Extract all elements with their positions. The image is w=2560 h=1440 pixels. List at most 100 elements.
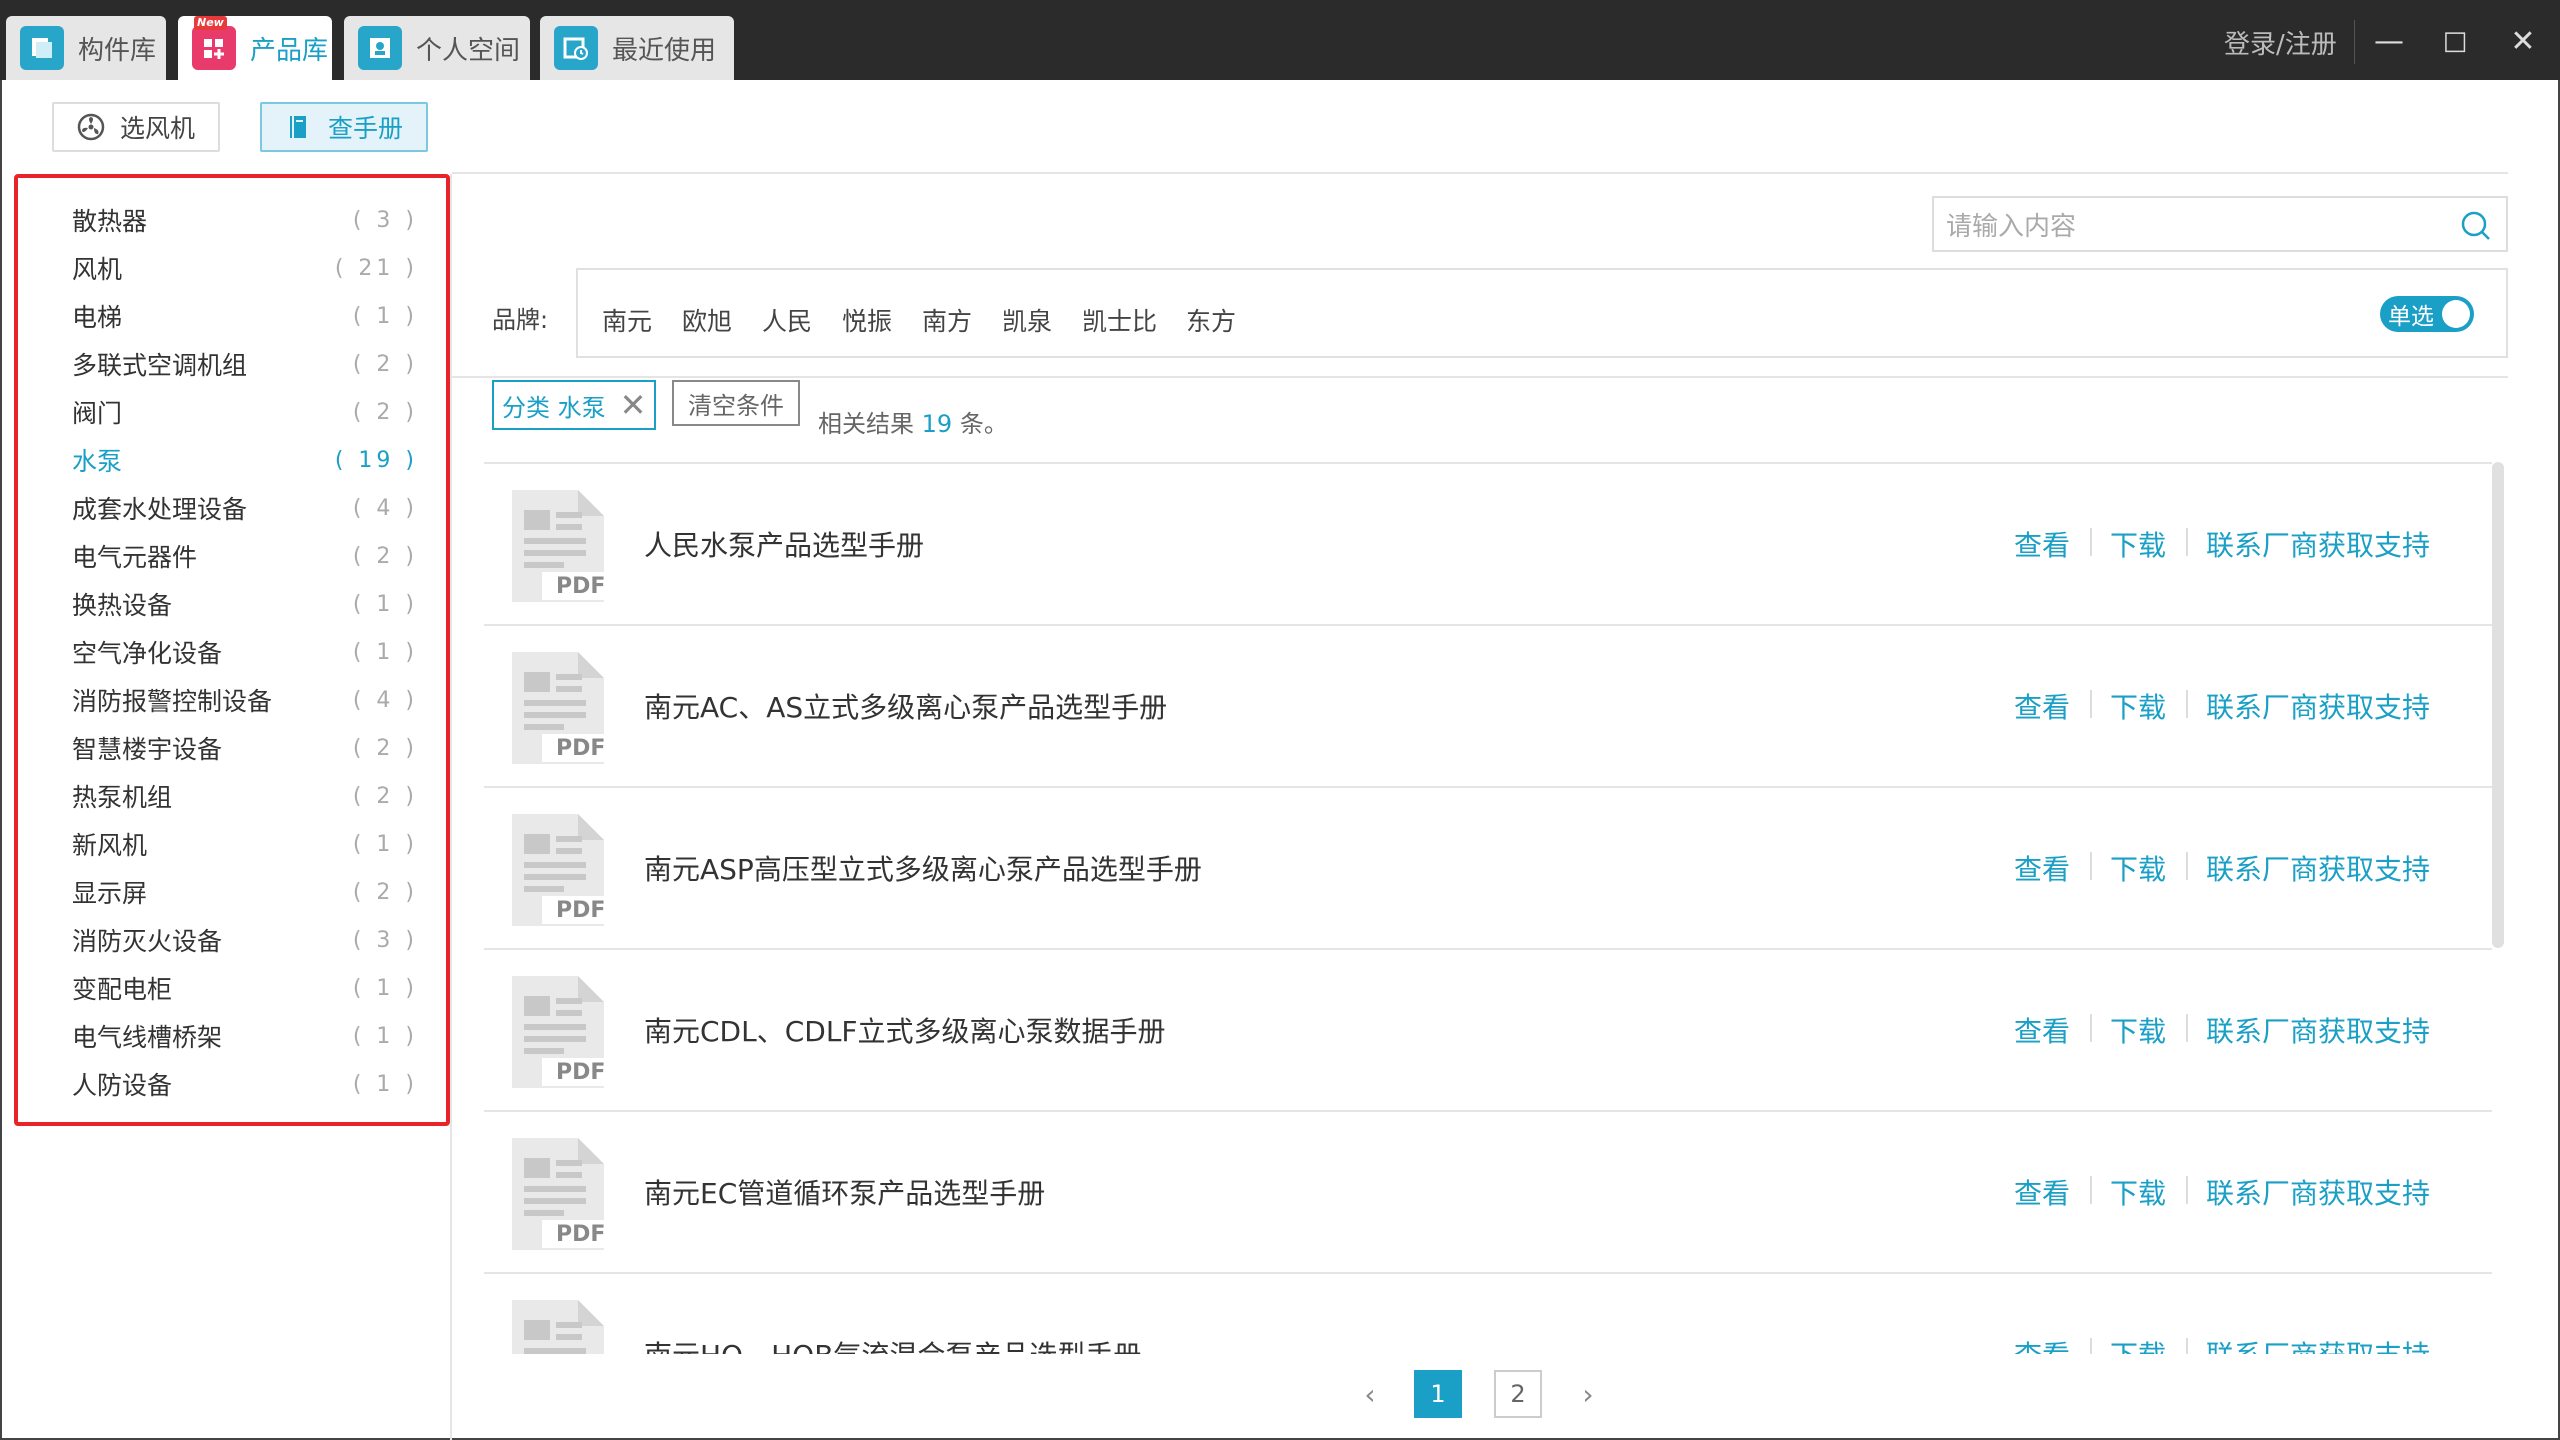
category-item[interactable]: 电气线槽桥架 ( 1 ) bbox=[72, 1012, 418, 1060]
content-top-divider bbox=[452, 172, 2508, 174]
brand-item[interactable]: 凯泉 bbox=[1002, 302, 1052, 338]
tab-product-library[interactable]: New 产品库 bbox=[178, 16, 332, 80]
category-item[interactable]: 风机 ( 21 ) bbox=[72, 244, 418, 292]
category-filter-chip[interactable]: 分类 水泵 ✕ bbox=[492, 380, 657, 430]
search-icon[interactable] bbox=[2458, 208, 2494, 244]
chip-label: 分类 水泵 bbox=[502, 393, 606, 422]
category-name: 智慧楼宇设备 bbox=[72, 735, 223, 764]
category-item[interactable]: 多联式空调机组 ( 2 ) bbox=[72, 340, 418, 388]
category-name: 散热器 bbox=[72, 207, 148, 236]
manual-title[interactable]: 南元AC、AS立式多级离心泵产品选型手册 bbox=[644, 686, 1167, 726]
action-separator bbox=[2186, 528, 2188, 556]
category-count: ( 4 ) bbox=[352, 495, 418, 521]
brand-item[interactable]: 人民 bbox=[762, 302, 812, 338]
category-count: ( 3 ) bbox=[352, 207, 418, 233]
manual-title[interactable]: 南元CDL、CDLF立式多级离心泵数据手册 bbox=[644, 1010, 1166, 1050]
category-item[interactable]: 智慧楼宇设备 ( 2 ) bbox=[72, 724, 418, 772]
download-link[interactable]: 下载 bbox=[2110, 524, 2166, 564]
brand-filter-box: 南元 欧旭 人民 悦振 南方 凯泉 凯士比 东方 单选 bbox=[576, 268, 2508, 358]
category-item[interactable]: 阀门 ( 2 ) bbox=[72, 388, 418, 436]
manual-title[interactable]: 南元HQ、HQB气流混合泵产品选型手册 bbox=[644, 1334, 1141, 1354]
action-separator bbox=[2186, 690, 2188, 718]
action-separator bbox=[2090, 1014, 2092, 1042]
page-button[interactable]: 1 bbox=[1414, 1370, 1462, 1418]
contact-vendor-link[interactable]: 联系厂商获取支持 bbox=[2206, 686, 2430, 726]
toggle-label: 单选 bbox=[2388, 304, 2434, 330]
manual-label: 查手册 bbox=[328, 114, 404, 143]
tab-personal-space[interactable]: 个人空间 bbox=[344, 16, 530, 80]
minimize-icon[interactable]: — bbox=[2364, 16, 2414, 66]
close-icon[interactable]: ✕ bbox=[2498, 16, 2548, 66]
action-separator bbox=[2090, 1176, 2092, 1204]
window-controls-divider bbox=[2354, 20, 2355, 64]
category-item[interactable]: 电气元器件 ( 2 ) bbox=[72, 532, 418, 580]
tab-component-library[interactable]: 构件库 bbox=[6, 16, 166, 80]
category-count: ( 3 ) bbox=[352, 927, 418, 953]
download-link[interactable]: 下载 bbox=[2110, 1010, 2166, 1050]
view-link[interactable]: 查看 bbox=[2014, 1010, 2070, 1050]
view-link[interactable]: 查看 bbox=[2014, 524, 2070, 564]
prev-page-icon[interactable]: ‹ bbox=[1346, 1370, 1394, 1418]
category-item[interactable]: 水泵 ( 19 ) bbox=[72, 436, 418, 484]
category-item[interactable]: 换热设备 ( 1 ) bbox=[72, 580, 418, 628]
category-item[interactable]: 变配电柜 ( 1 ) bbox=[72, 964, 418, 1012]
chip-close-icon[interactable]: ✕ bbox=[620, 386, 647, 424]
category-item[interactable]: 人防设备 ( 1 ) bbox=[72, 1060, 418, 1108]
category-item[interactable]: 显示屏 ( 2 ) bbox=[72, 868, 418, 916]
toggle-knob bbox=[2442, 300, 2470, 328]
download-link[interactable]: 下载 bbox=[2110, 1334, 2166, 1354]
brand-item[interactable]: 南方 bbox=[922, 302, 972, 338]
contact-vendor-link[interactable]: 联系厂商获取支持 bbox=[2206, 1172, 2430, 1212]
download-link[interactable]: 下载 bbox=[2110, 686, 2166, 726]
brand-item[interactable]: 凯士比 bbox=[1082, 302, 1157, 338]
category-count: ( 2 ) bbox=[352, 399, 418, 425]
maximize-icon[interactable]: □ bbox=[2430, 16, 2480, 66]
category-item[interactable]: 电梯 ( 1 ) bbox=[72, 292, 418, 340]
category-item[interactable]: 热泵机组 ( 2 ) bbox=[72, 772, 418, 820]
brand-item[interactable]: 南元 bbox=[602, 302, 652, 338]
manual-title[interactable]: 南元EC管道循环泵产品选型手册 bbox=[644, 1172, 1045, 1212]
brand-item[interactable]: 东方 bbox=[1186, 302, 1236, 338]
list-scrollbar[interactable] bbox=[2492, 462, 2504, 948]
download-link[interactable]: 下载 bbox=[2110, 1172, 2166, 1212]
login-register-link[interactable]: 登录/注册 bbox=[2224, 24, 2337, 61]
next-page-icon[interactable]: › bbox=[1564, 1370, 1612, 1418]
tab-recent[interactable]: 最近使用 bbox=[540, 16, 734, 80]
view-link[interactable]: 查看 bbox=[2014, 1334, 2070, 1354]
new-badge: New bbox=[194, 16, 227, 30]
download-link[interactable]: 下载 bbox=[2110, 848, 2166, 888]
view-link[interactable]: 查看 bbox=[2014, 686, 2070, 726]
fan-icon bbox=[77, 113, 105, 141]
category-item[interactable]: 消防报警控制设备 ( 4 ) bbox=[72, 676, 418, 724]
view-link[interactable]: 查看 bbox=[2014, 848, 2070, 888]
contact-vendor-link[interactable]: 联系厂商获取支持 bbox=[2206, 524, 2430, 564]
select-fan-button[interactable]: 选风机 bbox=[52, 102, 220, 152]
product-library-icon: New bbox=[192, 16, 236, 70]
contact-vendor-link[interactable]: 联系厂商获取支持 bbox=[2206, 1334, 2430, 1354]
brand-item[interactable]: 欧旭 bbox=[682, 302, 732, 338]
pdf-label: PDF bbox=[556, 736, 606, 761]
category-item[interactable]: 新风机 ( 1 ) bbox=[72, 820, 418, 868]
category-name: 风机 bbox=[72, 255, 123, 284]
category-item[interactable]: 空气净化设备 ( 1 ) bbox=[72, 628, 418, 676]
category-item[interactable]: 消防灭火设备 ( 3 ) bbox=[72, 916, 418, 964]
manual-row: PDF 南元HQ、HQB气流混合泵产品选型手册 查看 下载 联系厂商获取支持 bbox=[484, 1274, 2492, 1354]
pdf-file-icon: PDF bbox=[508, 650, 608, 766]
search-input[interactable]: 请输入内容 bbox=[1932, 196, 2508, 252]
page-button[interactable]: 2 bbox=[1494, 1370, 1542, 1418]
view-link[interactable]: 查看 bbox=[2014, 1172, 2070, 1212]
action-separator bbox=[2090, 852, 2092, 880]
clear-conditions-button[interactable]: 清空条件 bbox=[672, 380, 800, 426]
category-item[interactable]: 散热器 ( 3 ) bbox=[72, 196, 418, 244]
manual-button[interactable]: 查手册 bbox=[260, 102, 428, 152]
single-select-toggle[interactable]: 单选 bbox=[2380, 296, 2474, 332]
search-placeholder: 请输入内容 bbox=[1946, 211, 2077, 242]
pdf-label: PDF bbox=[556, 1222, 606, 1247]
manual-row: PDF 南元AC、AS立式多级离心泵产品选型手册 查看 下载 联系厂商获取支持 bbox=[484, 626, 2492, 788]
manual-title[interactable]: 人民水泵产品选型手册 bbox=[644, 524, 924, 564]
contact-vendor-link[interactable]: 联系厂商获取支持 bbox=[2206, 848, 2430, 888]
category-item[interactable]: 成套水处理设备 ( 4 ) bbox=[72, 484, 418, 532]
brand-item[interactable]: 悦振 bbox=[842, 302, 892, 338]
contact-vendor-link[interactable]: 联系厂商获取支持 bbox=[2206, 1010, 2430, 1050]
manual-title[interactable]: 南元ASP高压型立式多级离心泵产品选型手册 bbox=[644, 848, 1202, 888]
